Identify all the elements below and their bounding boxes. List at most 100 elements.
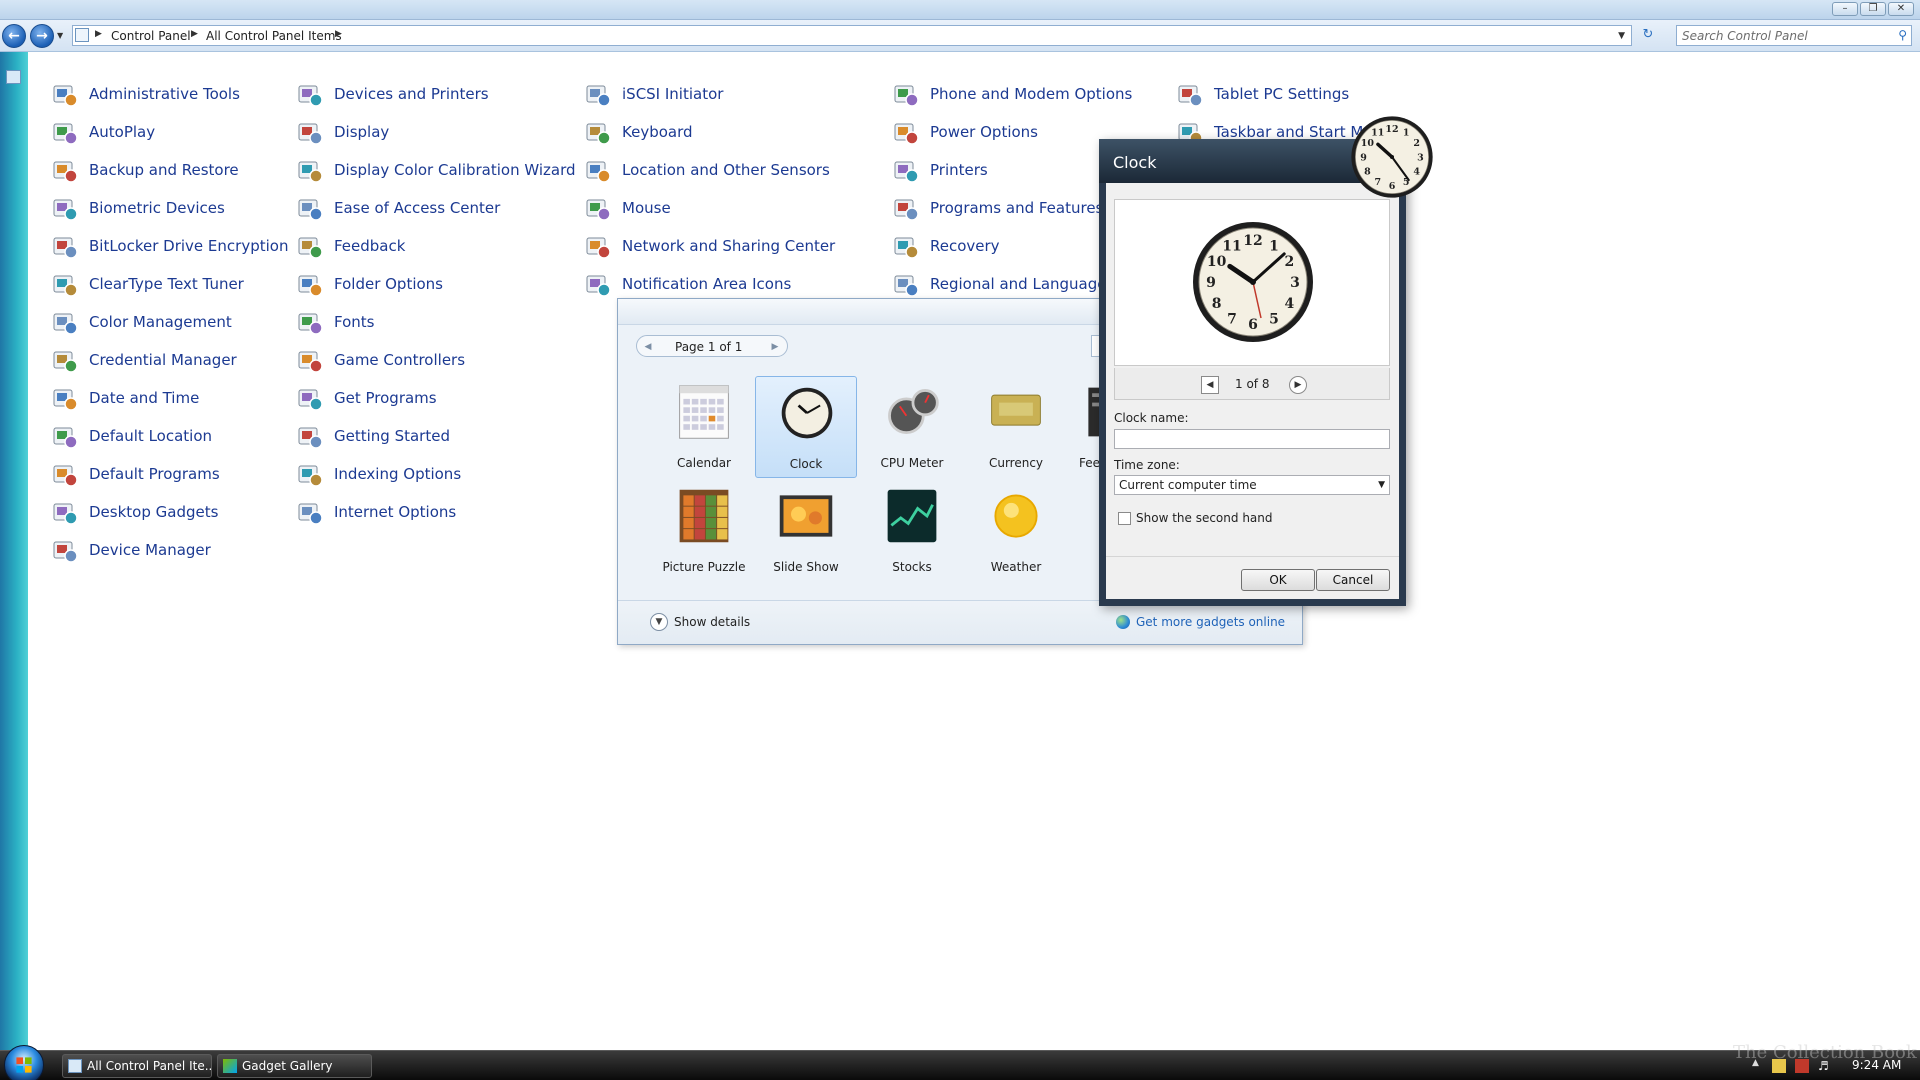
cancel-button[interactable]: Cancel [1316, 569, 1390, 591]
cp-item-network-and-sharing-center[interactable]: Network and Sharing Center [584, 231, 835, 261]
show-details-button[interactable]: ▼ Show details [650, 613, 750, 631]
cp-item-notification-area-icons[interactable]: Notification Area Icons [584, 269, 791, 299]
side-pane-toggle-icon[interactable] [6, 70, 21, 84]
breadcrumb-control-panel[interactable]: Control Panel [111, 29, 191, 43]
cp-item-device-manager[interactable]: Device Manager [51, 535, 211, 565]
breadcrumb-all-items[interactable]: All Control Panel Items [206, 29, 342, 43]
gadget-weather[interactable]: Weather [965, 480, 1067, 582]
cp-item-programs-and-features[interactable]: Programs and Features [892, 193, 1103, 223]
clock-numeral: 9 [1206, 275, 1216, 291]
administrative-tools-icon [51, 80, 79, 108]
clock-name-input[interactable] [1114, 429, 1390, 449]
gadget-currency[interactable]: Currency [965, 376, 1067, 478]
cp-item-feedback[interactable]: Feedback [296, 231, 405, 261]
time-zone-select[interactable]: Current computer time ▼ [1114, 475, 1390, 495]
cp-item-mouse[interactable]: Mouse [584, 193, 671, 223]
recovery-icon [892, 232, 920, 260]
clock-numeral: 4 [1413, 167, 1420, 178]
cp-item-label: Get Programs [334, 389, 437, 407]
cp-item-indexing-options[interactable]: Indexing Options [296, 459, 461, 489]
cp-item-label: Ease of Access Center [334, 199, 501, 217]
cp-item-color-management[interactable]: Color Management [51, 307, 232, 337]
second-hand-checkbox[interactable] [1118, 512, 1131, 525]
search-input[interactable] [1677, 26, 1883, 45]
close-button[interactable]: ✕ [1888, 2, 1914, 16]
gadget-calendar[interactable]: Calendar [653, 376, 755, 478]
chevron-down-icon: ▼ [650, 613, 668, 631]
cp-item-administrative-tools[interactable]: Administrative Tools [51, 79, 240, 109]
cp-item-cleartype-text-tuner[interactable]: ClearType Text Tuner [51, 269, 244, 299]
notification-area-icon [584, 270, 612, 298]
cp-item-desktop-gadgets[interactable]: Desktop Gadgets [51, 497, 218, 527]
clock-style-counter: 1 of 8 [1235, 377, 1270, 391]
left-accent-bar [0, 52, 28, 1050]
gadget-stocks[interactable]: Stocks [861, 480, 963, 582]
minimize-button[interactable]: – [1832, 2, 1858, 16]
cp-item-power-options[interactable]: Power Options [892, 117, 1038, 147]
cp-item-label: Game Controllers [334, 351, 466, 369]
cp-item-biometric-devices[interactable]: Biometric Devices [51, 193, 225, 223]
clock-numeral: 3 [1290, 275, 1300, 291]
clock-numeral: 4 [1284, 296, 1294, 312]
cp-item-regional-and-language[interactable]: Regional and Language [892, 269, 1107, 299]
taskbar-gadget-gallery[interactable]: Gadget Gallery [217, 1054, 372, 1078]
recent-pages-dropdown-icon[interactable]: ▼ [57, 31, 63, 40]
get-more-gadgets-link[interactable]: Get more gadgets online [1116, 615, 1285, 629]
ease-of-access-icon [296, 194, 324, 222]
cp-item-display-color-calibration-wizard[interactable]: Display Color Calibration Wizard [296, 155, 576, 185]
next-clock-icon[interactable]: ▶ [1289, 376, 1307, 394]
cp-item-game-controllers[interactable]: Game Controllers [296, 345, 465, 375]
gadget-slide-show[interactable]: Slide Show [755, 480, 857, 582]
search-icon[interactable]: ⚲ [1898, 28, 1907, 42]
cp-item-devices-and-printers[interactable]: Devices and Printers [296, 79, 489, 109]
cp-item-iscsi-initiator[interactable]: iSCSI Initiator [584, 79, 723, 109]
cp-item-printers[interactable]: Printers [892, 155, 988, 185]
cp-item-credential-manager[interactable]: Credential Manager [51, 345, 237, 375]
cp-item-default-location[interactable]: Default Location [51, 421, 212, 451]
cp-item-default-programs[interactable]: Default Programs [51, 459, 220, 489]
clock-numeral: 3 [1417, 152, 1424, 163]
cp-item-bitlocker-drive-encryption[interactable]: BitLocker Drive Encryption [51, 231, 288, 261]
clock-numeral: 1 [1269, 239, 1279, 255]
clock-numeral: 6 [1248, 317, 1258, 333]
cp-item-tablet-pc-settings[interactable]: Tablet PC Settings [1176, 79, 1349, 109]
cp-item-label: Programs and Features [930, 199, 1104, 217]
cp-item-label: Devices and Printers [334, 85, 489, 103]
cp-item-backup-and-restore[interactable]: Backup and Restore [51, 155, 239, 185]
cp-item-phone-and-modem-options[interactable]: Phone and Modem Options [892, 79, 1132, 109]
gadget-picture-puzzle[interactable]: Picture Puzzle [653, 480, 755, 582]
cp-item-recovery[interactable]: Recovery [892, 231, 1000, 261]
cp-item-internet-options[interactable]: Internet Options [296, 497, 456, 527]
back-button[interactable]: ← [2, 24, 26, 48]
cp-item-location-and-other-sensors[interactable]: Location and Other Sensors [584, 155, 830, 185]
page-prev-icon[interactable]: ◀ [640, 339, 656, 355]
page-next-icon[interactable]: ▶ [767, 339, 783, 355]
cp-item-label: Feedback [334, 237, 406, 255]
cp-item-getting-started[interactable]: Getting Started [296, 421, 450, 451]
cp-item-ease-of-access-center[interactable]: Ease of Access Center [296, 193, 500, 223]
cp-item-get-programs[interactable]: Get Programs [296, 383, 437, 413]
cp-item-fonts[interactable]: Fonts [296, 307, 374, 337]
cp-item-label: Folder Options [334, 275, 443, 293]
gadget-cpu-meter[interactable]: CPU Meter [861, 376, 963, 478]
get-programs-icon [296, 384, 324, 412]
cp-item-display[interactable]: Display [296, 117, 389, 147]
cp-item-folder-options[interactable]: Folder Options [296, 269, 443, 299]
cp-item-label: Regional and Language [930, 275, 1107, 293]
taskbar-control-panel[interactable]: All Control Panel Ite... [62, 1054, 212, 1078]
previous-clock-icon[interactable]: ◀ [1201, 376, 1219, 394]
ok-button[interactable]: OK [1241, 569, 1315, 591]
start-button[interactable] [4, 1045, 44, 1080]
regional-globe-icon [892, 270, 920, 298]
address-field[interactable]: ▶ Control Panel ▶ All Control Panel Item… [72, 25, 1632, 46]
cp-item-keyboard[interactable]: Keyboard [584, 117, 693, 147]
desktop-clock-gadget[interactable]: 1234567891011 12 [1350, 115, 1434, 199]
gadget-clock[interactable]: Clock [755, 376, 857, 478]
cp-item-autoplay[interactable]: AutoPlay [51, 117, 155, 147]
dialog-divider [1106, 556, 1399, 557]
refresh-icon[interactable]: ↻ [1638, 27, 1658, 45]
address-dropdown-icon[interactable]: ▼ [1618, 31, 1625, 41]
forward-button[interactable]: → [30, 24, 54, 48]
restore-button[interactable]: ❐ [1860, 2, 1886, 16]
cp-item-date-and-time[interactable]: Date and Time [51, 383, 199, 413]
